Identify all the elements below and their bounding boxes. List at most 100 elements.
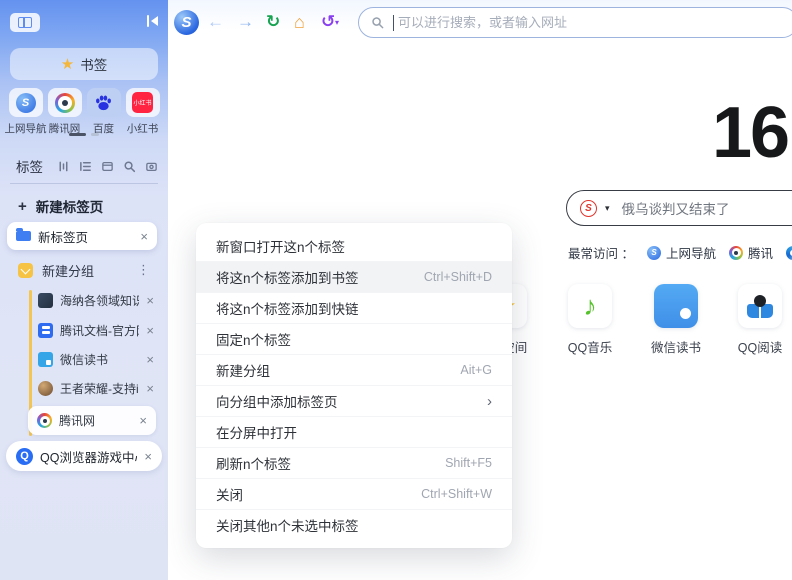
tab-label: 海纳各领域知识 (60, 292, 139, 309)
group-chevron-icon (18, 263, 33, 278)
group-more-icon[interactable]: ⋮ (137, 262, 150, 278)
bangxiaomang-logo-icon (786, 246, 792, 260)
app-qq-music[interactable]: ♪ QQ音乐 (560, 284, 620, 356)
collapse-bar-icon (147, 15, 150, 27)
submenu-arrow-icon: › (487, 394, 492, 409)
sogou-search-logo-icon (580, 200, 597, 217)
tab-sort-icon[interactable] (57, 160, 70, 173)
recently-closed-icon[interactable] (145, 160, 158, 173)
forward-button[interactable]: → (237, 11, 254, 33)
tencent-logo-icon (729, 246, 743, 260)
tab-tencent-news[interactable]: 腾讯网 × (28, 406, 156, 435)
most-visited-tencent[interactable]: 腾讯 (729, 243, 773, 262)
menu-item-pin-tabs[interactable]: 固定n个标签 (196, 323, 512, 354)
menu-item-add-to-group[interactable]: 向分组中添加标签页 › (196, 385, 512, 416)
tab-label: 新标签页 (38, 227, 133, 246)
app-label: 微信读书 (651, 337, 701, 356)
most-visited-bangxiaomang[interactable]: 帮小忙 (786, 243, 792, 262)
restore-dropdown-icon[interactable]: ▾ (335, 18, 339, 27)
bookmarks-label: 书签 (80, 54, 107, 74)
close-tab-icon[interactable]: × (146, 324, 154, 337)
app-qq-reader[interactable]: QQ阅读 (730, 284, 790, 356)
menu-shortcut: Shift+F5 (445, 456, 492, 470)
page-dot-active[interactable] (69, 133, 86, 136)
new-tab-page-label: 新建标签页 (36, 196, 104, 216)
quick-link-navigation[interactable]: 上网导航 (8, 88, 43, 136)
refresh-button[interactable]: ↻ (266, 11, 280, 33)
menu-item-close[interactable]: 关闭 Ctrl+Shift+W (196, 478, 512, 509)
tab-tencent-docs[interactable]: 腾讯文档-官方网 × (38, 318, 154, 342)
sogou-logo-icon (647, 246, 661, 260)
restore-tab-button[interactable]: ↺ (321, 11, 335, 33)
close-tab-icon[interactable]: × (140, 230, 148, 243)
quick-links: 上网导航 腾讯网 百度 小红书 (8, 88, 160, 136)
quick-link-tencent[interactable]: 腾讯网 (47, 88, 82, 136)
quick-links-pagination (0, 133, 168, 136)
tab-label: 王者荣耀-支持iO (60, 380, 139, 397)
search-engine-dropdown-icon[interactable]: ▾ (605, 203, 610, 214)
close-tab-icon[interactable]: × (146, 353, 154, 366)
new-tab-page-button[interactable]: + 新建标签页 (18, 196, 103, 216)
close-tab-icon[interactable]: × (146, 382, 154, 395)
search-box[interactable]: ▾ 俄乌谈判又结束了 (566, 190, 792, 226)
search-icon (371, 16, 384, 29)
tab-new-tab-page[interactable]: 新标签页 × (7, 222, 157, 250)
tab-weread[interactable]: 微信读书 × (38, 347, 154, 371)
home-button[interactable]: ⌂ (294, 11, 305, 33)
group-label: 新建分组 (42, 261, 128, 280)
most-visited-label: 最常访问 ： (568, 243, 634, 262)
tab-qq-game-center[interactable]: Q QQ浏览器游戏中心 × (6, 441, 162, 471)
quick-link-baidu[interactable]: 百度 (86, 88, 121, 136)
folder-icon (16, 231, 31, 241)
tab-label: 腾讯文档-官方网 (60, 322, 139, 339)
menu-item-new-group[interactable]: 新建分组 Ait+G (196, 354, 512, 385)
back-button[interactable]: ← (207, 11, 224, 33)
honor-of-kings-favicon (38, 381, 53, 396)
most-visited-navigation[interactable]: 上网导航 (647, 243, 716, 262)
weread-icon (654, 284, 698, 328)
tags-title: 标签 (16, 156, 43, 176)
menu-item-add-to-quicklinks[interactable]: 将这n个标签添加到快链 (196, 292, 512, 323)
tab-label: 腾讯网 (59, 412, 132, 429)
tab-group-header[interactable]: 新建分组 ⋮ (18, 259, 150, 281)
menu-item-open-in-new-window[interactable]: 新窗口打开这n个标签 (196, 231, 512, 261)
tencent-docs-favicon (38, 323, 53, 338)
workspace-button[interactable] (10, 13, 40, 32)
collapse-sidebar-button[interactable] (147, 15, 159, 27)
tab-list-icon[interactable] (79, 160, 92, 173)
tab-honor-of-kings[interactable]: 王者荣耀-支持iO × (38, 376, 154, 400)
browser-logo-icon[interactable]: S (174, 10, 199, 35)
close-tab-icon[interactable]: × (146, 294, 154, 307)
tab-context-menu: 新窗口打开这n个标签 将这n个标签添加到书签 Ctrl+Shift+D 将这n个… (196, 223, 512, 548)
search-icon[interactable] (123, 160, 136, 173)
menu-item-add-to-bookmarks[interactable]: 将这n个标签添加到书签 Ctrl+Shift+D (196, 261, 512, 292)
page-dot[interactable] (91, 133, 99, 136)
app-weread[interactable]: 微信读书 (646, 284, 706, 356)
haina-favicon (38, 293, 53, 308)
menu-shortcut: Ctrl+Shift+W (421, 487, 492, 501)
menu-item-close-other-tabs[interactable]: 关闭其他n个未选中标签 (196, 509, 512, 540)
sogou-logo-icon (16, 93, 36, 113)
baidu-paw-icon (94, 93, 113, 112)
address-bar[interactable] (358, 7, 792, 38)
qq-music-icon: ♪ (583, 293, 597, 320)
tab-haina[interactable]: 海纳各领域知识 × (38, 288, 154, 312)
close-tab-icon[interactable]: × (139, 414, 147, 427)
star-icon: ★ (61, 57, 74, 72)
toolbar: S ← → ↻ ⌂ ↺ ▾ (168, 0, 792, 46)
card-view-icon[interactable] (101, 160, 114, 173)
quick-link-xiaohongshu[interactable]: 小红书 (125, 88, 160, 136)
tab-label: 微信读书 (60, 351, 139, 368)
qq-reader-icon (747, 295, 773, 318)
clock-hours: 16 (712, 92, 788, 174)
bookmarks-button[interactable]: ★ 书签 (10, 48, 158, 80)
address-input[interactable] (396, 14, 792, 31)
menu-item-refresh-tabs[interactable]: 刷新n个标签 Shift+F5 (196, 447, 512, 478)
tab-label: QQ浏览器游戏中心 (40, 447, 137, 466)
menu-item-open-in-split-screen[interactable]: 在分屏中打开 (196, 416, 512, 447)
menu-shortcut: Ait+G (460, 363, 492, 377)
close-tab-icon[interactable]: × (144, 450, 152, 463)
qq-browser-icon: Q (16, 448, 33, 465)
tencent-logo-icon (55, 93, 75, 113)
workspace-icon (18, 17, 32, 28)
